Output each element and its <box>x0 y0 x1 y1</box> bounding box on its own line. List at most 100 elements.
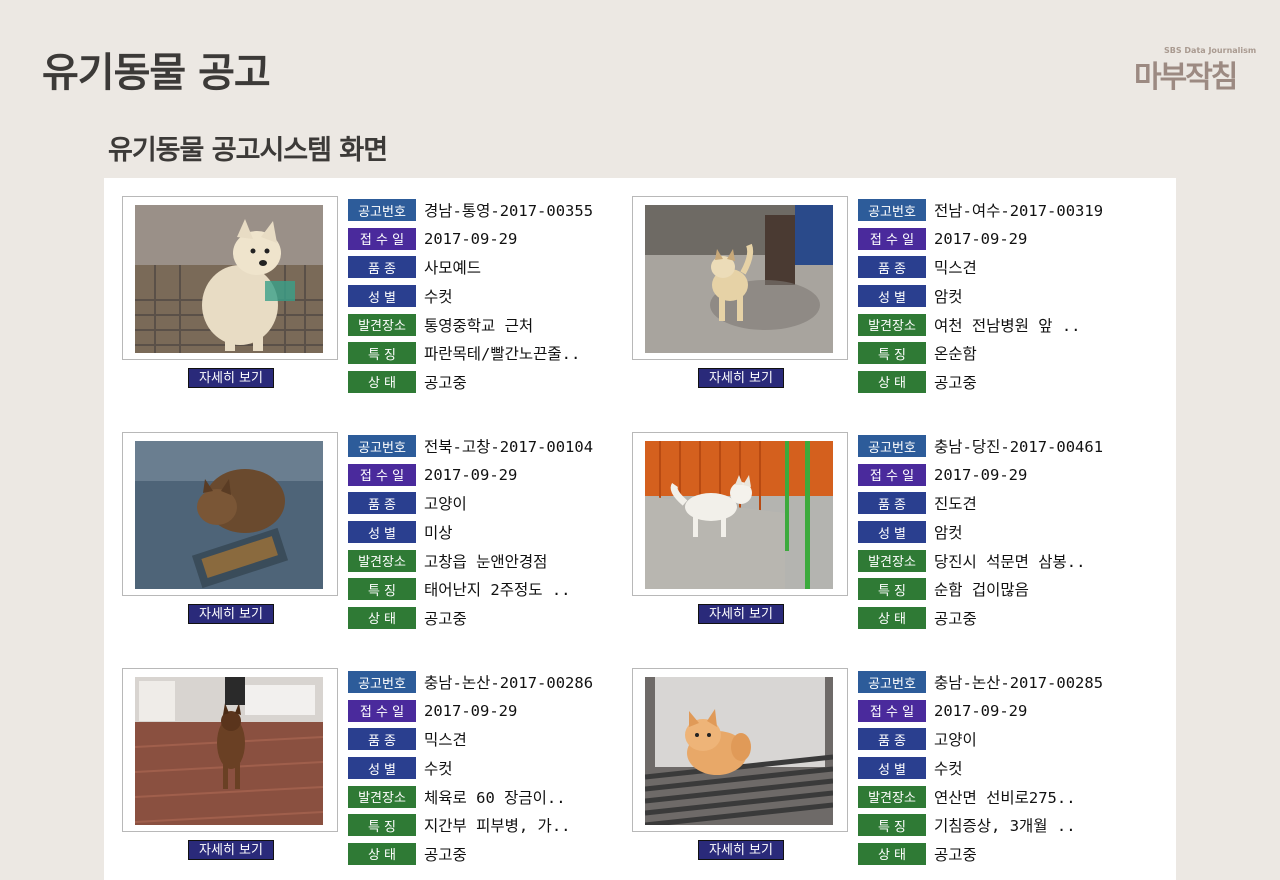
received-date-value: 2017-09-29 <box>934 229 1028 248</box>
breed-value: 진도견 <box>934 495 977 514</box>
animal-photo-cat <box>645 677 833 825</box>
found-place-value: 고창읍 눈앤안경점 <box>424 552 548 571</box>
sex-value: 암컷 <box>934 288 963 307</box>
label-status: 상 태 <box>348 606 416 629</box>
label-status: 상 태 <box>858 370 926 393</box>
sex-value: 암컷 <box>934 524 963 543</box>
sex-value: 수컷 <box>424 760 453 779</box>
label-received-date: 접 수 일 <box>348 227 416 250</box>
label-found-place: 발견장소 <box>348 313 416 336</box>
label-received-date: 접 수 일 <box>858 227 926 250</box>
found-place-value: 당진시 석문면 삼봉.. <box>934 552 1086 571</box>
label-sex: 성 별 <box>348 521 416 544</box>
notice-no-value: 충남-당진-2017-00461 <box>934 438 1104 457</box>
sex-value: 수컷 <box>424 288 453 307</box>
label-sex: 성 별 <box>348 285 416 308</box>
found-place-value: 연산면 선비로275.. <box>934 788 1076 807</box>
sex-value: 수컷 <box>934 760 963 779</box>
notice-no-value: 충남-논산-2017-00286 <box>424 674 594 693</box>
label-feature: 특 징 <box>858 342 926 365</box>
sex-value: 미상 <box>424 524 453 543</box>
animal-photo-dog <box>645 205 833 353</box>
animal-card: 자세히 보기 공고번호 전북-고창-2017-00104 접 수 일 2017-09… <box>104 414 614 629</box>
label-notice-no: 공고번호 <box>348 199 416 222</box>
notice-no-value: 전북-고창-2017-00104 <box>424 438 594 457</box>
logo-wordmark: 마부작침 <box>1134 60 1238 95</box>
breed-value: 고양이 <box>424 495 467 514</box>
received-date-value: 2017-09-29 <box>424 229 518 248</box>
received-date-value: 2017-09-29 <box>424 465 518 484</box>
status-value: 공고중 <box>424 373 467 392</box>
label-breed: 품 종 <box>858 728 926 751</box>
found-place-value: 통영중학교 근처 <box>424 316 534 335</box>
detail-button[interactable]: 자세히 보기 <box>698 840 784 860</box>
animal-card: 자세히 보기 공고번호 경남-통영-2017-00355 접 수 일 2017-09… <box>104 178 614 393</box>
info-rows: 공고번호 경남-통영-2017-00355 접 수 일 2017-09-29 품 종… <box>348 196 638 396</box>
received-date-value: 2017-09-29 <box>934 465 1028 484</box>
label-notice-no: 공고번호 <box>348 671 416 694</box>
section-subtitle: 유기동물 공고시스템 화면 <box>108 135 388 166</box>
animal-photo-frame[interactable] <box>122 668 338 832</box>
info-rows: 공고번호 충남-논산-2017-00285 접 수 일 2017-09-29 품 종… <box>858 668 1148 868</box>
animal-photo-frame[interactable] <box>632 432 848 596</box>
animal-card: 자세히 보기 공고번호 충남-논산-2017-00286 접 수 일 2017-09… <box>104 650 614 865</box>
detail-button[interactable]: 자세히 보기 <box>188 604 274 624</box>
animal-photo-frame[interactable] <box>122 196 338 360</box>
label-notice-no: 공고번호 <box>858 199 926 222</box>
label-breed: 품 종 <box>858 256 926 279</box>
detail-button[interactable]: 자세히 보기 <box>698 368 784 388</box>
animal-photo-frame[interactable] <box>632 196 848 360</box>
label-status: 상 태 <box>348 842 416 865</box>
label-feature: 특 징 <box>348 814 416 837</box>
animal-photo-frame[interactable] <box>122 432 338 596</box>
detail-button[interactable]: 자세히 보기 <box>698 604 784 624</box>
info-rows: 공고번호 충남-당진-2017-00461 접 수 일 2017-09-29 품 종… <box>858 432 1148 632</box>
feature-value: 순함 겁이많음 <box>934 581 1029 600</box>
label-status: 상 태 <box>348 370 416 393</box>
status-value: 공고중 <box>934 845 977 864</box>
label-breed: 품 종 <box>348 492 416 515</box>
label-status: 상 태 <box>858 842 926 865</box>
feature-value: 태어난지 2주정도 .. <box>424 581 571 600</box>
detail-button[interactable]: 자세히 보기 <box>188 368 274 388</box>
breed-value: 사모예드 <box>424 259 482 278</box>
animal-photo-frame[interactable] <box>632 668 848 832</box>
label-notice-no: 공고번호 <box>858 435 926 458</box>
found-place-value: 여천 전남병원 앞 .. <box>934 316 1081 335</box>
info-rows: 공고번호 전남-여수-2017-00319 접 수 일 2017-09-29 품 종… <box>858 196 1148 396</box>
received-date-value: 2017-09-29 <box>934 701 1028 720</box>
detail-button[interactable]: 자세히 보기 <box>188 840 274 860</box>
label-feature: 특 징 <box>348 578 416 601</box>
notice-list-panel: 자세히 보기 공고번호 경남-통영-2017-00355 접 수 일 2017-09… <box>104 178 1176 880</box>
status-value: 공고중 <box>424 845 467 864</box>
label-found-place: 발견장소 <box>858 549 926 572</box>
animal-photo-cat <box>135 441 323 589</box>
feature-value: 파란목테/빨간노끈줄.. <box>424 345 581 364</box>
page-title: 유기동물 공고 <box>42 50 271 96</box>
label-received-date: 접 수 일 <box>348 463 416 486</box>
animal-photo-dog <box>135 205 323 353</box>
label-feature: 특 징 <box>348 342 416 365</box>
label-feature: 특 징 <box>858 578 926 601</box>
animal-photo-dog <box>645 441 833 589</box>
label-found-place: 발견장소 <box>348 785 416 808</box>
label-breed: 품 종 <box>348 256 416 279</box>
info-rows: 공고번호 충남-논산-2017-00286 접 수 일 2017-09-29 품 종… <box>348 668 638 868</box>
label-breed: 품 종 <box>348 728 416 751</box>
label-found-place: 발견장소 <box>858 785 926 808</box>
label-received-date: 접 수 일 <box>348 699 416 722</box>
breed-value: 믹스견 <box>424 731 467 750</box>
label-found-place: 발견장소 <box>348 549 416 572</box>
label-sex: 성 별 <box>348 757 416 780</box>
animal-card: 자세히 보기 공고번호 전남-여수-2017-00319 접 수 일 2017-09… <box>614 178 1124 393</box>
label-notice-no: 공고번호 <box>858 671 926 694</box>
status-value: 공고중 <box>934 609 977 628</box>
notice-no-value: 충남-논산-2017-00285 <box>934 674 1104 693</box>
brand-logo: SBS Data Journalism 마부작침 <box>1134 46 1256 95</box>
feature-value: 온순함 <box>934 345 977 364</box>
animal-photo-dog <box>135 677 323 825</box>
breed-value: 믹스견 <box>934 259 977 278</box>
info-rows: 공고번호 전북-고창-2017-00104 접 수 일 2017-09-29 품 종… <box>348 432 638 632</box>
label-received-date: 접 수 일 <box>858 463 926 486</box>
feature-value: 지간부 피부병, 가.. <box>424 817 571 836</box>
